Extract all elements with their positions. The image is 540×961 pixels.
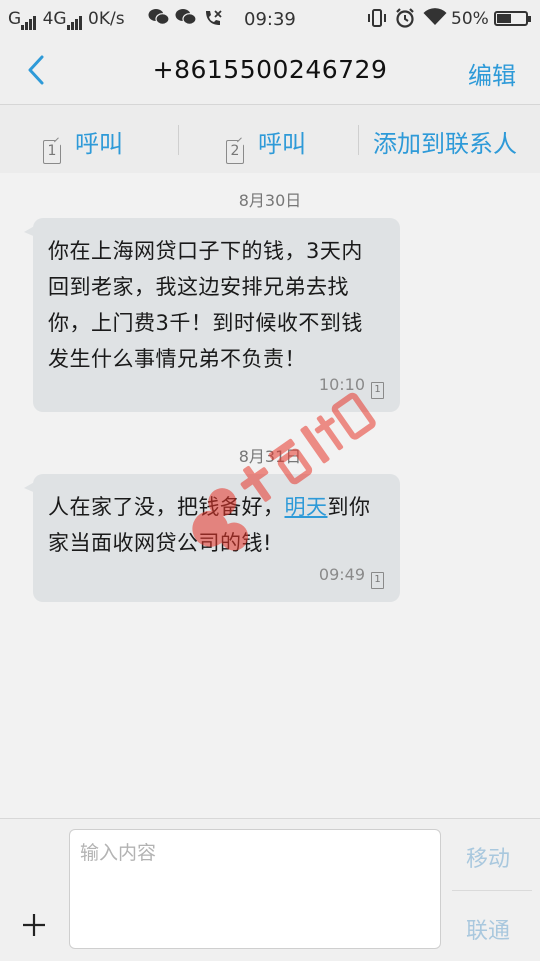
message-time: 10:10 — [318, 375, 365, 394]
call-sim1-label: 呼叫 — [75, 130, 123, 158]
contact-number-title: +8615500246729 — [152, 55, 388, 84]
sim-card-icon: 1 — [371, 572, 384, 589]
sim-card-icon: 1 — [43, 140, 61, 164]
date-link[interactable]: 明天 — [285, 495, 328, 519]
wifi-icon — [423, 8, 447, 31]
send-unicom-button[interactable]: 联通 — [466, 913, 510, 945]
date-separator: 8月30日 — [238, 191, 302, 210]
sim-card-icon: 2 — [226, 140, 244, 164]
divider — [178, 125, 179, 155]
sim-card-icon: 1 — [371, 382, 384, 399]
clock-time: 09:39 — [244, 9, 296, 30]
call-sim2-label: 呼叫 — [258, 130, 306, 158]
edit-button[interactable]: 编辑 — [468, 56, 516, 91]
action-bar: 1 呼叫 2 呼叫 添加到联系人 — [0, 105, 540, 173]
message-text: 你在上海网贷口子下的钱，3天内回到老家，我这边安排兄弟去找你，上门费3千！到时候… — [48, 239, 363, 371]
battery-icon — [494, 11, 531, 26]
send-mobile-button[interactable]: 移动 — [466, 841, 510, 873]
status-bar: G 4G 0K/s 09:39 50% — [0, 0, 540, 38]
message-bubble[interactable]: 人在家了没，把钱备好，明天到你家当面收网贷公司的钱! 09:49 1 — [24, 474, 400, 602]
network-type-label: G — [8, 9, 22, 29]
attach-button[interactable] — [20, 911, 48, 939]
message-input[interactable] — [69, 829, 441, 949]
compose-bar: 移动 联通 — [0, 818, 540, 961]
call-sim2-button[interactable]: 2 呼叫 — [226, 124, 306, 164]
message-meta: 10:10 1 — [319, 375, 384, 399]
date-separator: 8月31日 — [238, 447, 302, 466]
battery-percent: 50% — [451, 9, 489, 29]
signal-icon — [66, 10, 83, 30]
message-bubble[interactable]: 你在上海网贷口子下的钱，3天内回到老家，我这边安排兄弟去找你，上门费3千！到时候… — [24, 218, 400, 412]
network-indicator: G 4G 0K/s — [8, 9, 125, 30]
conversation-header: +8615500246729 编辑 — [0, 38, 540, 105]
plus-icon — [23, 914, 45, 936]
message-time: 09:49 — [318, 565, 365, 584]
signal-icon — [21, 10, 37, 30]
call-sim1-button[interactable]: 1 呼叫 — [43, 124, 123, 164]
alarm-icon — [394, 7, 416, 34]
wechat-icon — [175, 8, 197, 31]
network-speed: 0K/s — [88, 9, 125, 29]
vibrate-icon — [366, 8, 388, 33]
divider — [358, 125, 359, 155]
wechat-icon — [148, 8, 170, 31]
message-text-part: 人在家了没，把钱备好， — [48, 495, 285, 519]
message-text: 人在家了没，把钱备好，明天到你家当面收网贷公司的钱! — [48, 489, 384, 561]
add-to-contacts-button[interactable]: 添加到联系人 — [373, 124, 517, 159]
missed-call-icon — [203, 8, 223, 33]
network-4g-label: 4G — [42, 9, 67, 29]
message-meta: 09:49 1 — [319, 565, 384, 589]
divider — [452, 890, 532, 891]
